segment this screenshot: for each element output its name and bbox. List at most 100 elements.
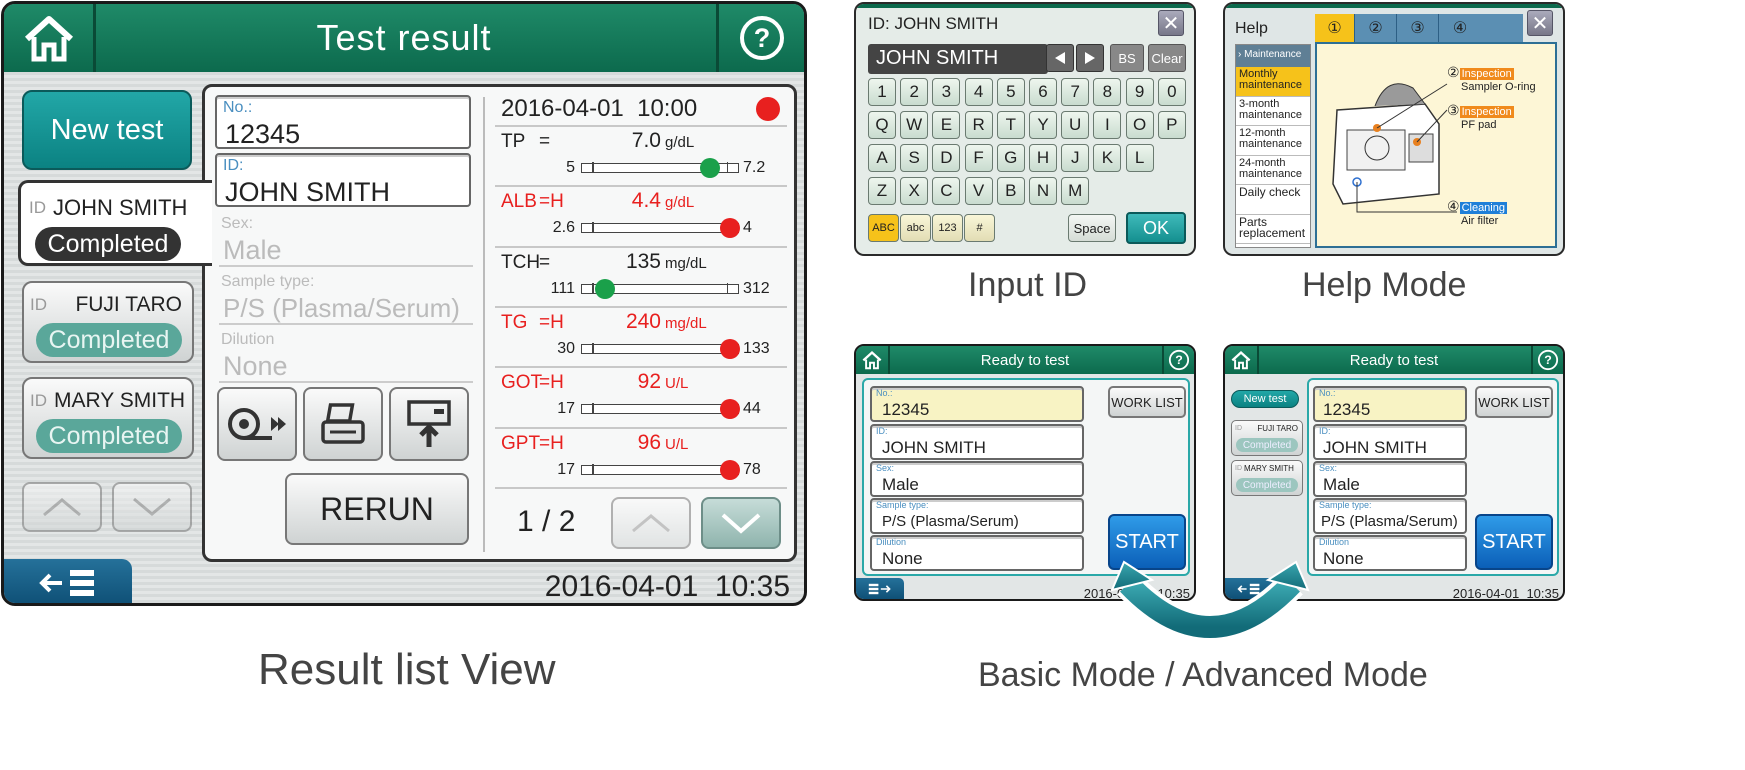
ok-button[interactable]: OK [1126,212,1186,244]
tape-feed-button[interactable] [217,387,297,461]
key-v[interactable]: V [964,177,993,205]
key-l[interactable]: L [1125,144,1154,172]
worklist-button[interactable]: WORK LIST [1108,386,1186,418]
callout-text: Air filter [1461,215,1499,227]
help-tab-3[interactable]: ③ [1397,14,1439,42]
mode-key-3[interactable]: 123 [932,214,963,242]
help-menu-item[interactable]: Parts replacement [1236,215,1310,244]
rerun-button[interactable]: RERUN [285,473,469,545]
key-e[interactable]: E [932,111,961,139]
new-test-button[interactable]: New test [22,90,192,170]
results-up-button[interactable] [611,497,691,549]
key-8[interactable]: 8 [1093,78,1122,106]
sex-field[interactable]: Sex: Male [1313,461,1467,497]
key-9[interactable]: 9 [1125,78,1154,106]
scale-tick [592,342,594,354]
help-menu-item[interactable]: 12-month maintenance [1236,126,1310,156]
help-tab-2[interactable]: ② [1355,14,1397,42]
help-menu-item[interactable]: Daily check [1236,185,1310,215]
help-tab-4[interactable]: ④ [1439,14,1481,42]
key-g[interactable]: G [996,144,1025,172]
key-4[interactable]: 4 [964,78,993,106]
id-input[interactable]: JOHN SMITH [868,44,1048,74]
key-3[interactable]: 3 [932,78,961,106]
key-r[interactable]: R [964,111,993,139]
key-1[interactable]: 1 [868,78,896,106]
help-menu-item[interactable]: 24-month maintenance [1236,156,1310,185]
list-up-button[interactable] [22,482,102,532]
key-2[interactable]: 2 [900,78,929,106]
patient-item[interactable]: ID MARY SMITH Completed [1231,460,1303,496]
sample-type-field[interactable]: Sample type: P/S (Plasma/Serum) [1313,498,1467,534]
key-z[interactable]: Z [868,177,896,205]
key-f[interactable]: F [964,144,993,172]
sex-label: Sex: [1319,463,1338,473]
key-x[interactable]: X [900,177,929,205]
key-0[interactable]: 0 [1157,78,1186,106]
dilution-field[interactable]: Dilution None [1313,535,1467,571]
backspace-button[interactable]: BS [1110,44,1144,72]
print-button[interactable] [303,387,383,461]
key-j[interactable]: J [1061,144,1090,172]
key-k[interactable]: K [1093,144,1122,172]
key-p[interactable]: P [1157,111,1186,139]
back-to-list-button[interactable] [4,559,132,603]
key-h[interactable]: H [1029,144,1057,172]
key-m[interactable]: M [1061,177,1090,205]
patient-item-selected[interactable]: ID JOHN SMITH Completed [18,180,212,266]
number-field[interactable]: No.: 12345 [215,95,471,149]
id-field[interactable]: ID: JOHN SMITH [215,153,471,207]
key-n[interactable]: N [1029,177,1057,205]
key-c[interactable]: C [932,177,961,205]
start-button[interactable]: START [1475,514,1553,570]
home-button[interactable] [1225,346,1259,374]
key-7[interactable]: 7 [1061,78,1090,106]
key-5[interactable]: 5 [996,78,1025,106]
key-w[interactable]: W [900,111,929,139]
close-button[interactable]: ✕ [1527,10,1553,36]
space-button[interactable]: Space [1068,214,1116,242]
close-button[interactable]: ✕ [1158,10,1184,36]
clear-button[interactable]: Clear [1148,44,1186,72]
key-d[interactable]: D [932,144,961,172]
help-menu-item[interactable]: Monthly maintenance [1236,67,1310,97]
mode-key-1[interactable]: ABC [868,214,899,242]
key-b[interactable]: B [996,177,1025,205]
key-s[interactable]: S [900,144,929,172]
key-6[interactable]: 6 [1029,78,1057,106]
home-button[interactable] [856,346,890,374]
help-button[interactable]: ? [716,4,804,72]
help-button[interactable]: ? [1162,346,1194,374]
number-field[interactable]: No.: 12345 [1313,386,1467,422]
worklist-button[interactable]: WORK LIST [1475,386,1553,418]
key-t[interactable]: T [996,111,1025,139]
cursor-right-button[interactable] [1076,44,1104,72]
mode-key-2[interactable]: abc [900,214,931,242]
help-button[interactable]: ? [1531,346,1563,374]
results-down-button[interactable] [701,497,781,549]
key-u[interactable]: U [1061,111,1090,139]
home-button[interactable] [4,4,96,72]
back-to-list-button[interactable] [856,578,904,599]
key-a[interactable]: A [868,144,896,172]
help-tab-1[interactable]: ① [1315,14,1355,42]
help-menu-item[interactable]: 3-month maintenance [1236,97,1310,126]
list-down-button[interactable] [112,482,192,532]
key-q[interactable]: Q [868,111,896,139]
new-test-button[interactable]: New test [1231,390,1299,408]
dilution-field[interactable]: Dilution None [870,535,1084,571]
number-field[interactable]: No.: 12345 [870,386,1084,422]
cursor-left-button[interactable] [1046,44,1074,72]
sex-field[interactable]: Sex: Male [870,461,1084,497]
id-field[interactable]: ID: JOHN SMITH [870,424,1084,460]
patient-item[interactable]: ID FUJI TARO Completed [22,281,194,363]
sample-type-field[interactable]: Sample type: P/S (Plasma/Serum) [870,498,1084,534]
id-field[interactable]: ID: JOHN SMITH [1313,424,1467,460]
key-o[interactable]: O [1125,111,1154,139]
patient-item[interactable]: ID FUJI TARO Completed [1231,420,1303,456]
key-i[interactable]: I [1093,111,1122,139]
key-y[interactable]: Y [1029,111,1057,139]
mode-key-4[interactable]: # [964,214,995,242]
patient-item[interactable]: ID MARY SMITH Completed [22,377,194,459]
export-button[interactable] [389,387,469,461]
